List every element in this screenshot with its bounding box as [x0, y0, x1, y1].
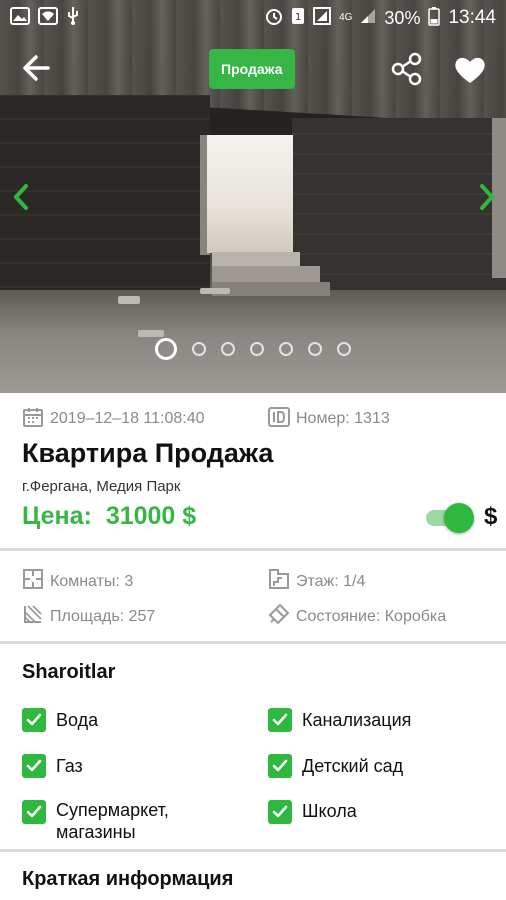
- pagination-dot[interactable]: [308, 342, 322, 356]
- share-button[interactable]: [388, 50, 428, 90]
- status-left: [10, 6, 80, 31]
- photo-rubble: [138, 330, 164, 337]
- checkbox-checked-icon[interactable]: [268, 754, 292, 778]
- amenity-label: Школа: [302, 801, 357, 821]
- amenities-title: Sharoitlar: [22, 661, 116, 683]
- clock: 13:44: [448, 7, 496, 28]
- favorite-button[interactable]: [450, 50, 490, 90]
- photo-doorway: [207, 135, 293, 253]
- listing-address: г.Фергана, Медия Парк: [22, 478, 181, 495]
- area-icon: [22, 603, 44, 630]
- amenity-label: Супермаркет, магазины: [56, 800, 169, 842]
- paint-roller-icon: [268, 603, 290, 630]
- listing-number: Номер: 1313: [268, 406, 390, 433]
- amenity-item[interactable]: Вода: [22, 708, 226, 732]
- amenity-label: Детский сад: [302, 756, 404, 776]
- battery-icon: [428, 6, 441, 31]
- spec-area: Площадь: 257: [22, 603, 155, 630]
- pagination-dot[interactable]: [221, 342, 235, 356]
- divider: [0, 641, 506, 644]
- signal-box-icon: [313, 6, 332, 30]
- amenity-label: Канализация: [302, 710, 412, 730]
- currency-toggle[interactable]: [426, 503, 476, 533]
- spec-floor: Этаж: 1/4: [268, 568, 365, 595]
- battery-percent: 30%: [384, 7, 421, 28]
- alarm-icon: [265, 7, 283, 30]
- listing-price: Цена: 31000 $: [22, 502, 196, 531]
- photo-step: [212, 266, 320, 282]
- listing-date: 2019–12–18 11:08:40: [22, 406, 205, 433]
- network-type-icon: 4G: [339, 12, 353, 23]
- usb-icon: [66, 6, 80, 31]
- heart-icon: [450, 57, 490, 94]
- photo-gallery[interactable]: 1 4G 30% 13:44 Продажа: [0, 0, 506, 393]
- gallery-notification-icon: [10, 6, 30, 30]
- spec-rooms-text: Комнаты: 3: [50, 572, 134, 590]
- pagination-dot-active[interactable]: [155, 338, 177, 360]
- photo-pagination: [155, 338, 351, 360]
- checkbox-checked-icon[interactable]: [22, 754, 46, 778]
- floorplan-icon: [22, 568, 44, 595]
- svg-text:1: 1: [295, 12, 301, 23]
- chevron-right-icon: [474, 184, 498, 216]
- previous-photo-button[interactable]: [10, 182, 34, 212]
- chevron-left-icon: [10, 184, 34, 216]
- sim-icon: 1: [291, 7, 305, 30]
- pagination-dot[interactable]: [279, 342, 293, 356]
- price-label: Цена:: [22, 502, 92, 530]
- checkbox-checked-icon[interactable]: [22, 800, 46, 824]
- currency-label: $: [484, 503, 498, 530]
- checkbox-checked-icon[interactable]: [268, 708, 292, 732]
- pagination-dot[interactable]: [192, 342, 206, 356]
- spec-condition-text: Состояние: Коробка: [296, 607, 447, 625]
- spec-floor-text: Этаж: 1/4: [296, 572, 366, 590]
- status-right: 1 4G 30% 13:44: [265, 6, 496, 31]
- pagination-dot[interactable]: [250, 342, 264, 356]
- id-icon: [268, 406, 290, 433]
- calendar-icon: [22, 406, 44, 433]
- deal-type-badge: Продажа: [209, 49, 295, 89]
- signal-strength-icon: [360, 8, 376, 29]
- spec-rooms: Комнаты: 3: [22, 568, 133, 595]
- spec-area-text: Площадь: 257: [50, 607, 156, 625]
- photo-step: [212, 252, 300, 266]
- amenity-label: Газ: [56, 756, 83, 776]
- status-bar: 1 4G 30% 13:44: [0, 0, 506, 36]
- spec-condition: Состояние: Коробка: [268, 603, 446, 630]
- share-icon: [388, 52, 428, 94]
- price-value: 31000 $: [105, 502, 197, 530]
- photo-rubble: [200, 288, 230, 294]
- divider: [0, 548, 506, 551]
- amenity-label: Вода: [56, 710, 99, 730]
- summary-title: Краткая информация: [22, 868, 234, 890]
- photo-rubble: [118, 296, 140, 304]
- listing-date-text: 2019–12–18 11:08:40: [50, 410, 205, 427]
- amenity-item[interactable]: Газ: [22, 754, 226, 778]
- listing-number-text: Номер: 1313: [296, 410, 390, 427]
- next-photo-button[interactable]: [474, 182, 498, 212]
- stairs-icon: [268, 568, 290, 595]
- toolbar: Продажа: [0, 40, 506, 100]
- listing-title: Квартира Продажа: [22, 438, 274, 468]
- amenity-item[interactable]: Супермаркет, магазины: [22, 798, 206, 843]
- wifi-icon: [38, 6, 58, 30]
- listing-meta: 2019–12–18 11:08:40 Номер: 1313: [22, 404, 492, 434]
- amenity-item[interactable]: Канализация: [268, 708, 472, 732]
- amenity-item[interactable]: Детский сад: [268, 754, 472, 778]
- amenity-item[interactable]: Школа: [268, 798, 472, 824]
- back-arrow-icon: [18, 55, 58, 92]
- checkbox-checked-icon[interactable]: [268, 800, 292, 824]
- divider: [0, 849, 506, 852]
- back-button[interactable]: [18, 48, 58, 88]
- toggle-knob: [444, 503, 474, 533]
- pagination-dot[interactable]: [337, 342, 351, 356]
- checkbox-checked-icon[interactable]: [22, 708, 46, 732]
